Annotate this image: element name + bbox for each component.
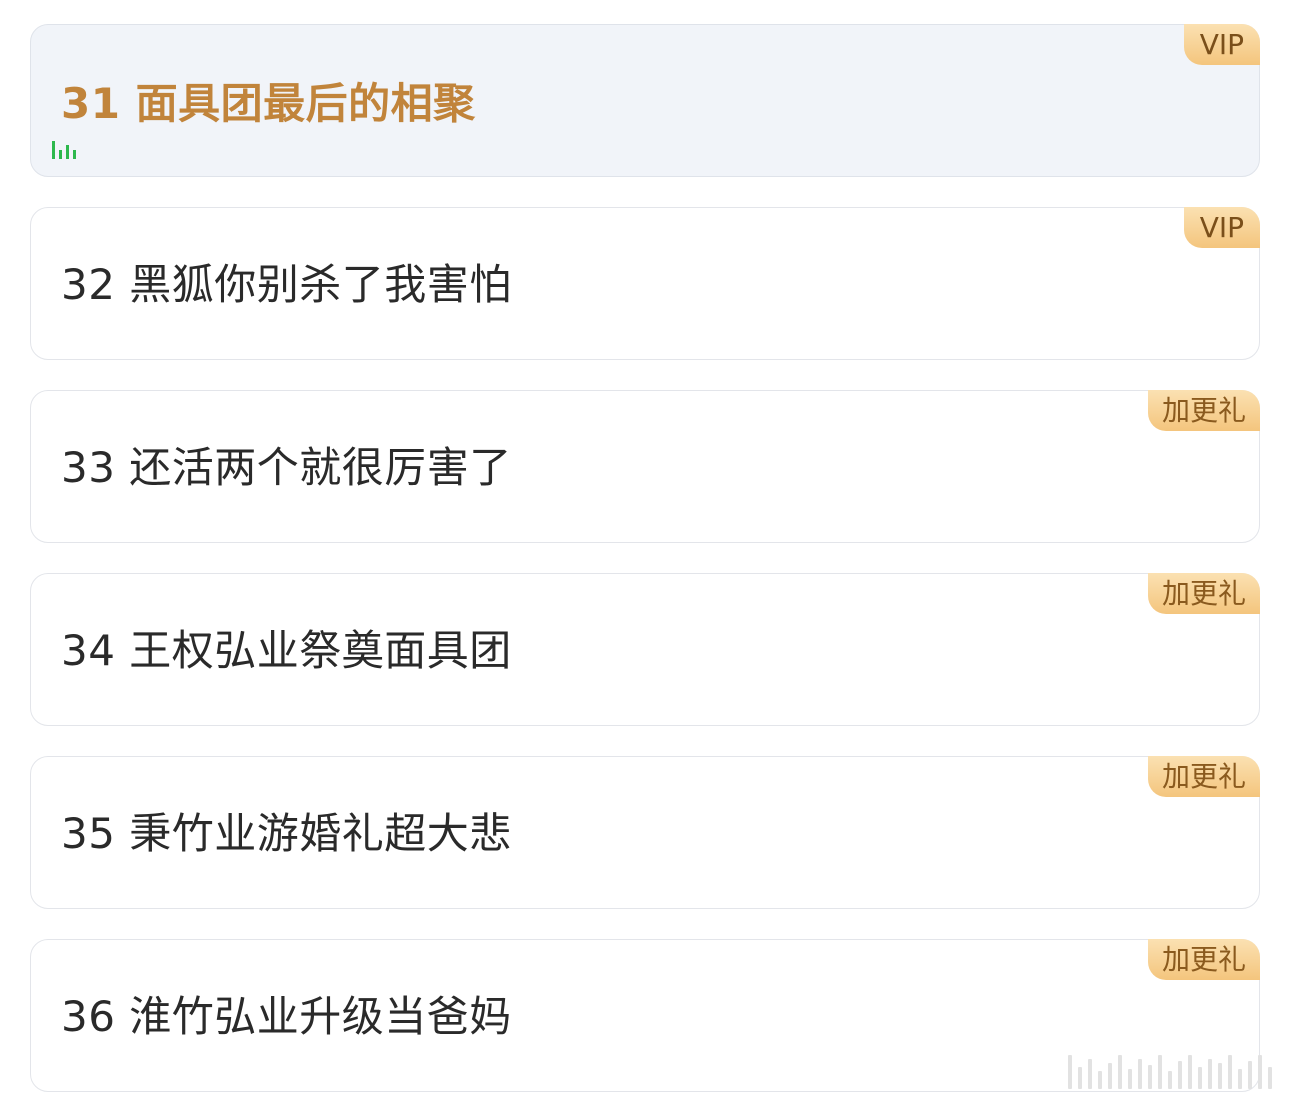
bonus-badge: 加更礼 <box>1147 573 1260 614</box>
episode-title: 33 还活两个就很厉害了 <box>61 443 512 492</box>
episode-item-32[interactable]: 32 黑狐你别杀了我害怕 VIP <box>30 207 1260 360</box>
episode-title: 36 淮竹弘业升级当爸妈 <box>61 992 512 1041</box>
episode-title: 32 黑狐你别杀了我害怕 <box>61 260 512 309</box>
vip-badge: VIP <box>1183 207 1260 248</box>
episode-item-33[interactable]: 33 还活两个就很厉害了 加更礼 <box>30 390 1260 543</box>
episode-list: 31 面具团最后的相聚 VIP 32 黑狐你别杀了我害怕 VIP 33 还活两个… <box>30 24 1260 1101</box>
episode-page: 31 面具团最后的相聚 VIP 32 黑狐你别杀了我害怕 VIP 33 还活两个… <box>0 0 1290 1101</box>
bonus-badge: 加更礼 <box>1147 939 1260 980</box>
episode-item-34[interactable]: 34 王权弘业祭奠面具团 加更礼 <box>30 573 1260 726</box>
playing-bars-icon <box>52 141 78 159</box>
episode-title: 31 面具团最后的相聚 <box>61 79 476 128</box>
episode-title: 34 王权弘业祭奠面具团 <box>61 626 512 675</box>
bonus-badge: 加更礼 <box>1147 390 1260 431</box>
episode-item-31[interactable]: 31 面具团最后的相聚 VIP <box>30 24 1260 177</box>
vip-badge: VIP <box>1183 24 1260 65</box>
episode-item-35[interactable]: 35 秉竹业游婚礼超大悲 加更礼 <box>30 756 1260 909</box>
bonus-badge: 加更礼 <box>1147 756 1260 797</box>
watermark-icon <box>1068 1055 1278 1089</box>
episode-title: 35 秉竹业游婚礼超大悲 <box>61 809 512 858</box>
